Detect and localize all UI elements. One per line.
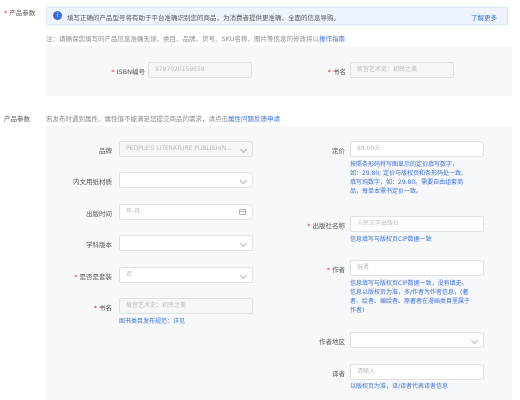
bookname-label: * 书名 xyxy=(93,304,112,312)
paper-select[interactable] xyxy=(119,172,253,188)
section2-note-text: 若发布时遇到属性、属性值不能满足您提交商品的需求，请点击 xyxy=(46,115,228,123)
notice-text: 填写正确的产品型号将有助于平台准确识别您的商品，为消费者提供更准确、全面的信息导… xyxy=(67,14,340,22)
price-input[interactable]: 88.00元 xyxy=(350,141,484,157)
section2-note: 若发布时遇到属性、属性值不能满足您提交商品的需求，请点击属性问题反馈申请 xyxy=(46,113,280,123)
feedback-link[interactable]: 属性问题反馈申请 xyxy=(228,115,280,123)
publisher-label: * 出版社名称 xyxy=(307,222,345,230)
section1-panel: * ISBN编号 9787020159659 * 书名 故宫艺术史：初民之美 xyxy=(46,46,512,96)
publisher-hint: 信息填写与版权页CIP数据一致 xyxy=(350,236,432,243)
chevron-down-icon xyxy=(239,145,248,154)
section1-label: * 产品参数 xyxy=(4,9,36,17)
chevron-down-icon xyxy=(470,336,479,345)
translator-hint: 以版权页为准，译/译者代表译者信息 xyxy=(350,383,449,390)
set-label: * 是否是套装 xyxy=(74,273,112,281)
learn-more-link[interactable]: 了解更多 xyxy=(471,12,497,22)
author-input[interactable]: 祝勇 xyxy=(350,260,484,276)
region-select[interactable] xyxy=(350,332,484,348)
calendar-icon xyxy=(239,209,246,215)
title-label: * 书名 xyxy=(327,68,346,76)
guide-link[interactable]: 操作指南 xyxy=(319,35,345,43)
notice-bar: i 填写正确的产品型号将有助于平台准确识别您的商品，为消费者提供更准确、全面的信… xyxy=(46,7,508,25)
brand-select[interactable]: PEOPLE'S LITERATURE PUBLISHIN... xyxy=(119,141,253,157)
edition-label: 学科版本 xyxy=(86,241,112,249)
isbn-input[interactable]: 9787020159659 xyxy=(148,62,252,78)
section2-label: 产品参数 xyxy=(4,115,30,123)
publisher-input[interactable]: 人民文学出版社 xyxy=(350,216,484,232)
isbn-label: * ISBN编号 xyxy=(111,68,145,76)
translator-label: 译者 xyxy=(332,370,345,378)
price-label: 定价 xyxy=(332,147,345,155)
title-input[interactable]: 故宫艺术史：初民之美 xyxy=(350,62,454,78)
author-label: * 作者 xyxy=(326,266,345,274)
brand-label: 品牌 xyxy=(99,147,112,155)
paper-label: 内文用纸材质 xyxy=(73,178,112,186)
pubdate-label: 出版时间 xyxy=(86,210,112,218)
bookname-input[interactable]: 故宫艺术史：初民之美 xyxy=(119,298,253,314)
set-select[interactable]: 否 xyxy=(119,267,253,283)
translator-input[interactable]: 请输入 xyxy=(350,364,484,380)
note-text: 注：请确保您填写的产品信息准确无误，类目、品牌、货号、SKU名称、图片等信息的修… xyxy=(46,35,319,43)
chevron-down-icon xyxy=(239,176,248,185)
region-label: 作者地区 xyxy=(319,338,345,346)
edition-select[interactable] xyxy=(119,235,253,251)
bookname-hint[interactable]: 图书类目发布规范：详见 xyxy=(119,317,185,326)
info-circle-icon: i xyxy=(53,11,62,20)
chevron-down-icon xyxy=(239,271,248,280)
section2-panel: 品牌 PEOPLE'S LITERATURE PUBLISHIN... 内文用纸… xyxy=(46,126,512,400)
author-hint: 信息填写与版权页CIP数据一致，没有填无。 信息以版权页为准，多/作者为作者信息… xyxy=(350,280,471,314)
pubdate-picker[interactable]: 年-月 xyxy=(119,204,253,220)
price-hint: 按照条形码特写图显示的定价填写数字， 如：29.80; 定价与版权页和条形码处一… xyxy=(350,161,464,195)
section1-note: 注：请确保您填写的产品信息准确无误，类目、品牌、货号、SKU名称、图片等信息的修… xyxy=(46,33,345,43)
chevron-down-icon xyxy=(239,239,248,248)
